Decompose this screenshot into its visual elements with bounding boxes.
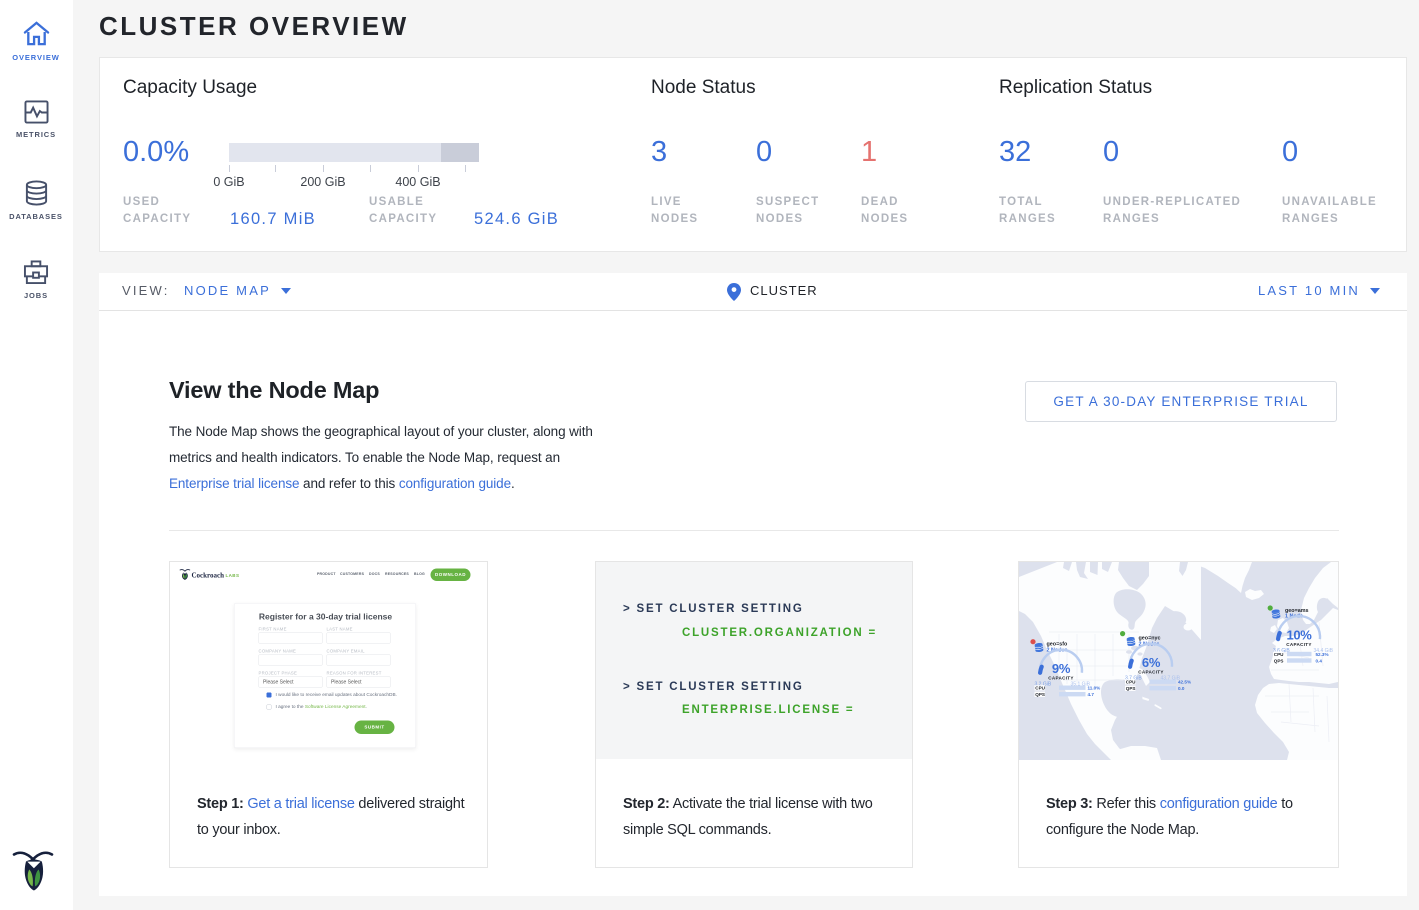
svg-text:CPU: CPU	[1274, 652, 1284, 657]
svg-text:CPU: CPU	[1126, 680, 1136, 685]
svg-text:0.4: 0.4	[1316, 658, 1323, 663]
svg-text:42.5%: 42.5%	[1178, 680, 1191, 685]
svg-text:11.0%: 11.0%	[1088, 686, 1101, 691]
svg-text:CPU: CPU	[1035, 686, 1045, 691]
svg-text:QPS: QPS	[1274, 658, 1284, 663]
svg-text:10%: 10%	[1286, 627, 1312, 642]
svg-text:9%: 9%	[1052, 661, 1071, 676]
svg-text:CAPACITY: CAPACITY	[1048, 676, 1074, 681]
svg-text:4.7: 4.7	[1088, 692, 1095, 697]
svg-text:0.0: 0.0	[1178, 686, 1185, 691]
svg-text:QPS: QPS	[1035, 692, 1045, 697]
svg-text:LABS: LABS	[226, 573, 240, 578]
svg-text:Cockroach: Cockroach	[192, 571, 225, 579]
svg-text:CAPACITY: CAPACITY	[1138, 670, 1164, 675]
svg-text:6%: 6%	[1142, 655, 1161, 670]
svg-text:QPS: QPS	[1126, 686, 1136, 691]
svg-text:CAPACITY: CAPACITY	[1286, 642, 1312, 647]
svg-text:52.3%: 52.3%	[1316, 652, 1329, 657]
